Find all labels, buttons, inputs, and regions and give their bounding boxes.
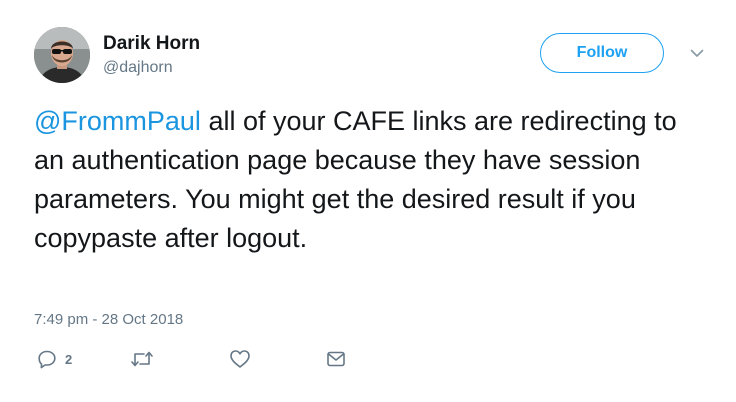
reply-count: 2 [65,351,73,367]
tweet-card: Darik Horn @dajhorn Follow @FrommPaul al… [0,0,736,402]
avatar[interactable] [34,27,90,83]
reply-button[interactable]: 2 [37,348,72,370]
mention-link[interactable]: @FrommPaul [34,106,201,136]
tweet-text: @FrommPaul all of your CAFE links are re… [34,102,714,258]
direct-message-button[interactable] [326,348,346,370]
author-name[interactable]: Darik Horn [103,33,200,55]
follow-button[interactable]: Follow [540,33,664,73]
like-heart-icon [229,349,251,369]
like-button[interactable] [229,348,251,370]
chevron-down-icon[interactable] [687,46,707,60]
retweet-icon [130,349,154,369]
tweet-timestamp[interactable]: 7:49 pm - 28 Oct 2018 [34,311,183,329]
direct-message-icon [326,350,346,368]
retweet-button[interactable] [130,348,154,370]
author-handle[interactable]: @dajhorn [103,58,173,77]
reply-icon [37,349,57,369]
